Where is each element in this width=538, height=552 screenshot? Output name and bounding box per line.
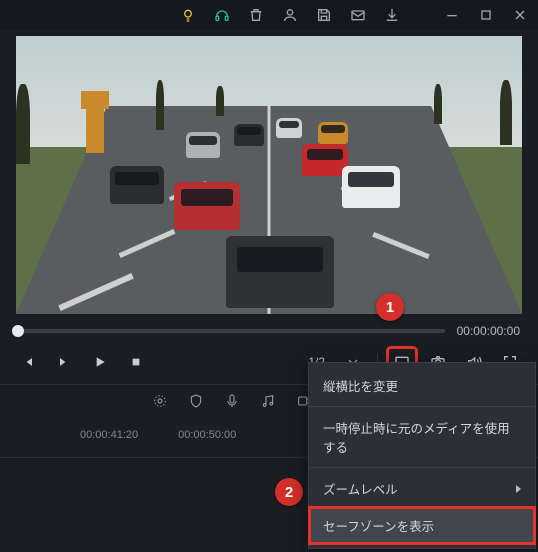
progress-bar[interactable] xyxy=(18,329,445,333)
display-context-menu: 縦横比を変更 一時停止時に元のメディアを使用する ズームレベル セーフゾーンを表… xyxy=(308,362,536,549)
delete-icon[interactable] xyxy=(246,5,266,25)
menu-label: 一時停止時に元のメディアを使用する xyxy=(323,418,521,456)
stop-button[interactable] xyxy=(122,348,150,376)
menu-change-aspect[interactable]: 縦横比を変更 xyxy=(309,367,535,404)
progress-row: 00:00:00:00 xyxy=(0,314,538,344)
titlebar xyxy=(0,0,538,30)
headset-icon[interactable] xyxy=(212,5,232,25)
timeline-tick: 00:00:41:20 xyxy=(80,429,138,441)
menu-label: 縦横比を変更 xyxy=(323,376,398,395)
submenu-arrow-icon xyxy=(516,485,521,493)
menu-label: ズームレベル xyxy=(323,479,398,498)
shield-icon[interactable] xyxy=(186,391,206,411)
close-icon[interactable] xyxy=(510,5,530,25)
menu-use-original-on-pause[interactable]: 一時停止時に元のメディアを使用する xyxy=(309,409,535,465)
music-icon[interactable] xyxy=(258,391,278,411)
focus-icon[interactable] xyxy=(150,391,170,411)
minimize-icon[interactable] xyxy=(442,5,462,25)
menu-show-safe-zone[interactable]: セーフゾーンを表示 xyxy=(309,507,535,544)
menu-separator xyxy=(309,406,535,407)
save-icon[interactable] xyxy=(314,5,334,25)
download-icon[interactable] xyxy=(382,5,402,25)
maximize-icon[interactable] xyxy=(476,5,496,25)
mic-icon[interactable] xyxy=(222,391,242,411)
lightbulb-icon[interactable] xyxy=(178,5,198,25)
next-frame-button[interactable] xyxy=(50,348,78,376)
menu-separator xyxy=(309,467,535,468)
time-display: 00:00:00:00 xyxy=(457,324,520,338)
step-badge-2: 2 xyxy=(275,478,303,506)
video-preview[interactable] xyxy=(16,36,522,314)
menu-zoom-level[interactable]: ズームレベル xyxy=(309,470,535,507)
mail-icon[interactable] xyxy=(348,5,368,25)
prev-frame-button[interactable] xyxy=(14,348,42,376)
user-icon[interactable] xyxy=(280,5,300,25)
menu-label: セーフゾーンを表示 xyxy=(323,516,434,535)
step-badge-1: 1 xyxy=(376,293,404,321)
play-button[interactable] xyxy=(86,348,114,376)
timeline-tick: 00:00:50:00 xyxy=(178,429,236,441)
progress-thumb[interactable] xyxy=(12,325,24,337)
